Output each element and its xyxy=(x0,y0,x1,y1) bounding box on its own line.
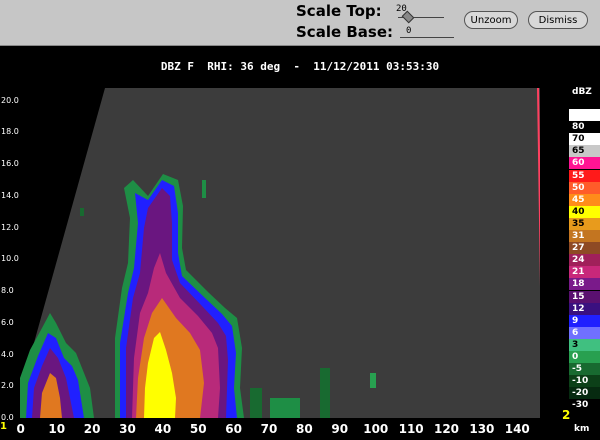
y-tick-label: 16.0 xyxy=(1,159,19,169)
echo-fleck xyxy=(250,388,262,418)
scale-base-label: Scale Base: xyxy=(296,23,394,41)
legend-swatch: 55 xyxy=(569,169,600,182)
y-tick-label: 20.0 xyxy=(1,95,19,105)
y-tick-label: 6.0 xyxy=(1,317,14,327)
x-tick-label: 20 xyxy=(83,422,101,436)
radar-rhi-plot[interactable] xyxy=(20,88,540,418)
scale-top-slider-thumb[interactable] xyxy=(401,10,415,24)
echo-fleck xyxy=(80,208,84,216)
y-tick-label: 4.0 xyxy=(1,349,14,359)
legend-swatch: 15 xyxy=(569,290,600,303)
legend-unit: dBZ xyxy=(569,88,600,97)
legend-swatch: 9 xyxy=(569,314,600,327)
x-tick-label: 140 xyxy=(504,422,530,436)
legend-swatch: 45 xyxy=(569,193,600,206)
legend-swatch: 70 xyxy=(569,133,600,146)
legend-swatch: 50 xyxy=(569,181,600,194)
echo-fleck xyxy=(202,180,206,198)
y-tick-label: 18.0 xyxy=(1,127,19,137)
legend-swatch: 12 xyxy=(569,302,600,315)
scale-top-label: Scale Top: xyxy=(296,2,382,20)
x-tick-label: 80 xyxy=(295,422,313,436)
scale-base-slider[interactable] xyxy=(400,37,454,38)
legend-swatch: 0 xyxy=(569,351,600,363)
x-tick-label: 70 xyxy=(260,422,278,436)
legend-swatch: -30 xyxy=(569,399,600,412)
x-tick-label: 130 xyxy=(469,422,495,436)
legend-swatch: 3 xyxy=(569,338,600,351)
x-tick-label: 60 xyxy=(225,422,242,436)
y-tick-label: 8.0 xyxy=(1,286,14,296)
control-toolbar: Scale Top: 20 Scale Base: 0 Unzoom Dismi… xyxy=(0,0,600,46)
legend-swatch: 27 xyxy=(569,242,600,255)
legend-swatch: 18 xyxy=(569,278,600,291)
legend-swatch: 40 xyxy=(569,205,600,218)
x-tick-label: 110 xyxy=(398,422,424,436)
legend-swatch: -5 xyxy=(569,363,600,376)
x-tick-label: 30 xyxy=(119,422,136,436)
y-tick-label: 10.0 xyxy=(1,254,19,264)
legend-swatch: -10 xyxy=(569,375,600,388)
range-ring-line xyxy=(537,88,540,287)
y-tick-label: 12.0 xyxy=(1,222,19,232)
legend-swatch: -20 xyxy=(569,387,600,400)
radar-image xyxy=(20,88,540,418)
x-tick-label: 90 xyxy=(331,422,349,436)
corner-label-left: 1 xyxy=(0,421,7,432)
legend-swatch: 65 xyxy=(569,145,600,158)
y-tick-label: 14.0 xyxy=(1,190,19,200)
legend-swatch: 31 xyxy=(569,230,600,242)
y-tick-label: 0.0 xyxy=(1,413,14,422)
echo-fleck xyxy=(370,373,376,388)
plot-title: DBZ F RHI: 36 deg - 11/12/2011 03:53:30 xyxy=(160,60,440,73)
scale-base-value: 0 xyxy=(406,26,412,36)
x-tick-label: 100 xyxy=(363,422,389,436)
x-unit-label: km xyxy=(574,424,590,434)
x-tick-label: 0 xyxy=(16,422,25,436)
dismiss-button[interactable]: Dismiss xyxy=(528,11,588,29)
x-tick-label: 50 xyxy=(189,422,207,436)
legend-swatch: 60 xyxy=(569,157,600,170)
x-tick-label: 120 xyxy=(433,422,460,436)
y-tick-label: 2.0 xyxy=(1,381,14,391)
echo-fleck xyxy=(320,368,330,418)
legend-swatch: 6 xyxy=(569,326,600,339)
legend-swatch: 80 xyxy=(569,121,600,134)
legend-swatch: 24 xyxy=(569,254,600,267)
echo-fleck xyxy=(270,398,300,418)
x-tick-label: 40 xyxy=(154,422,172,436)
legend-swatch: 21 xyxy=(569,266,600,279)
legend-swatch: 35 xyxy=(569,217,600,230)
unzoom-button[interactable]: Unzoom xyxy=(464,11,518,29)
legend-swatch: 100 xyxy=(569,109,600,121)
x-tick-label: 10 xyxy=(48,422,66,436)
